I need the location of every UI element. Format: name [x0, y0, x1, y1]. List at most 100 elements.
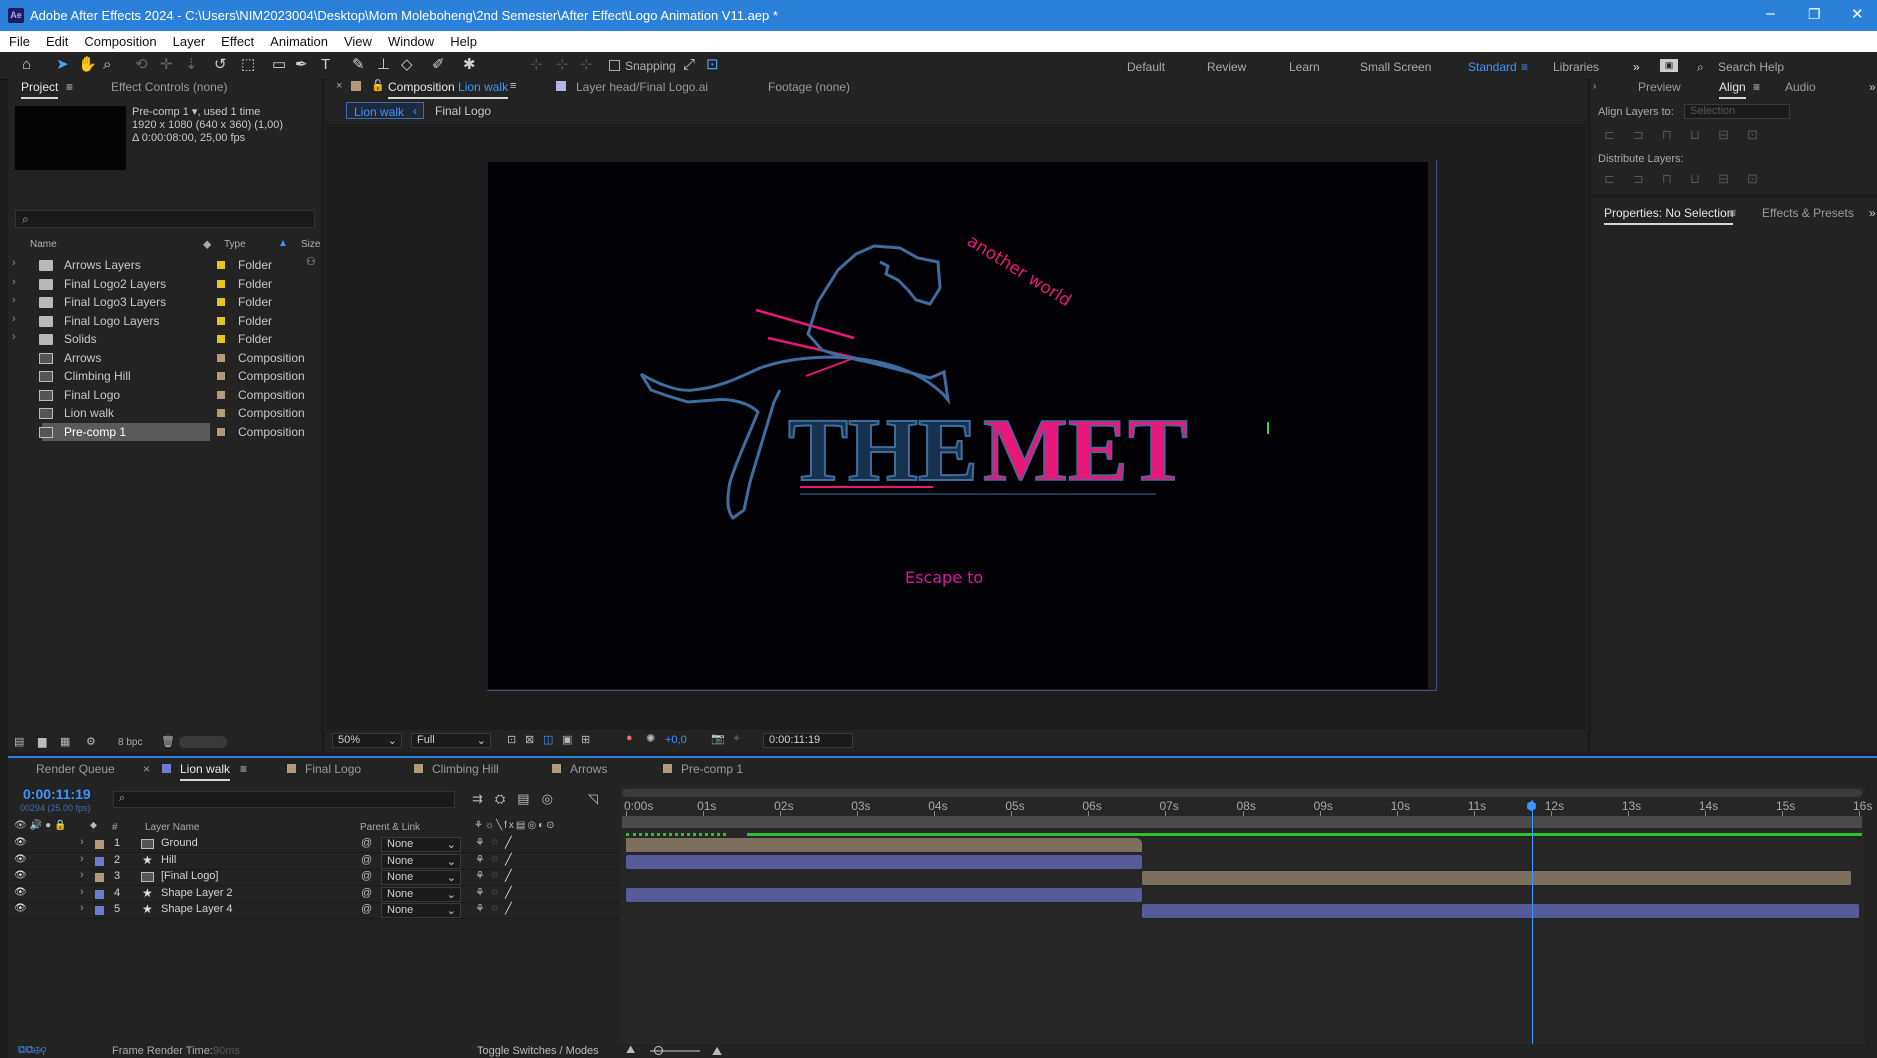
- more-workspaces-icon[interactable]: »: [1633, 60, 1640, 74]
- chevron-right-icon[interactable]: ›: [12, 276, 16, 288]
- workspace-default[interactable]: Default: [1127, 60, 1165, 74]
- timeline-tab[interactable]: Pre-comp 1: [681, 762, 743, 779]
- world-axis-icon[interactable]: ⊹: [556, 57, 569, 73]
- layer-label-swatch[interactable]: [95, 840, 104, 849]
- col-parent-header[interactable]: Parent & Link: [360, 822, 420, 833]
- menu-edit[interactable]: Edit: [37, 31, 75, 49]
- menu-file[interactable]: File: [0, 31, 37, 49]
- workspace-standard[interactable]: Standard: [1468, 60, 1517, 74]
- shy-switch-icon[interactable]: ⚘: [475, 886, 485, 899]
- timeline-tab[interactable]: Lion walk: [180, 762, 231, 781]
- timeline-tab[interactable]: Arrows: [570, 762, 607, 779]
- toggle-switches-modes[interactable]: Toggle Switches / Modes: [477, 1045, 599, 1057]
- col-layer-name-header[interactable]: Layer Name: [145, 822, 199, 833]
- pick-whip-icon[interactable]: @: [361, 903, 372, 915]
- properties-menu-icon[interactable]: ≡: [1729, 206, 1736, 220]
- current-time[interactable]: 0:00:11:19: [23, 786, 91, 802]
- eraser-tool-icon[interactable]: ◇: [401, 57, 413, 73]
- view-axis-icon[interactable]: ⊹: [580, 57, 593, 73]
- resolution-dropdown[interactable]: Full ⌄: [411, 733, 491, 748]
- eye-icon[interactable]: 👁: [14, 887, 27, 898]
- menu-view[interactable]: View: [335, 31, 379, 49]
- project-settings-icon[interactable]: ⚙: [86, 735, 96, 748]
- orbit-camera-icon[interactable]: ⟲: [135, 57, 148, 73]
- layer-duration-bar[interactable]: [626, 838, 1143, 852]
- parent-dropdown[interactable]: None ⌄: [381, 903, 461, 918]
- thumbnail-slider[interactable]: [179, 736, 227, 748]
- layer-label-swatch[interactable]: [95, 856, 104, 866]
- dolly-camera-icon[interactable]: ⇣: [185, 57, 198, 73]
- view-layout-icon[interactable]: ▣: [562, 733, 572, 746]
- chevron-right-icon[interactable]: ›: [12, 313, 16, 325]
- minimize-button[interactable]: –: [1766, 5, 1775, 23]
- project-item[interactable]: › Final Logo2 Layers Folder: [12, 275, 304, 293]
- zoom-out-icon[interactable]: ⛰: [626, 1044, 635, 1057]
- quality-switch-icon[interactable]: ╱: [505, 886, 512, 899]
- chevron-right-icon[interactable]: ›: [80, 836, 84, 848]
- pan-camera-icon[interactable]: ✛: [160, 57, 173, 73]
- tab-align[interactable]: Align: [1719, 80, 1746, 99]
- snap-grid-icon[interactable]: ⊡: [706, 57, 719, 73]
- rectangle-tool-icon[interactable]: ▭: [272, 57, 286, 73]
- new-folder-icon[interactable]: ▆: [38, 735, 46, 748]
- col-size-header[interactable]: Size: [301, 239, 320, 250]
- viewer-timecode[interactable]: 0:00:11:19: [763, 733, 853, 748]
- home-icon[interactable]: ⌂: [22, 57, 31, 73]
- trash-icon[interactable]: 🗑: [161, 735, 175, 748]
- eye-icon[interactable]: 👁: [14, 903, 27, 914]
- snapshot-icon[interactable]: 📷: [711, 732, 725, 745]
- layer-label-swatch[interactable]: [95, 873, 104, 882]
- close-tab-icon[interactable]: ×: [336, 80, 342, 92]
- chevron-right-icon[interactable]: ›: [80, 869, 84, 881]
- pick-whip-icon[interactable]: @: [361, 887, 372, 899]
- align-buttons[interactable]: ⊏⊐⊓⊔⊟⊡: [1604, 127, 1776, 143]
- menu-layer[interactable]: Layer: [164, 31, 213, 49]
- clone-stamp-icon[interactable]: ⊥: [377, 57, 390, 73]
- quality-switch-icon[interactable]: ╱: [505, 902, 512, 915]
- timeline-switch-icons[interactable]: ⇉⛭▤◎: [472, 791, 565, 807]
- collapse-switch-icon[interactable]: ☼: [490, 886, 499, 897]
- playhead[interactable]: [1532, 800, 1534, 1046]
- graph-editor-icon[interactable]: ◹: [588, 791, 598, 807]
- parent-dropdown[interactable]: None ⌄: [381, 837, 461, 852]
- project-item[interactable]: Pre-comp 1 Composition: [12, 422, 305, 441]
- menu-composition[interactable]: Composition: [75, 31, 163, 49]
- work-area-bar[interactable]: [622, 816, 1862, 828]
- snapping-checkbox[interactable]: [609, 60, 620, 71]
- breadcrumb-lion-walk[interactable]: Lion walk ‹: [346, 102, 424, 119]
- layer-row[interactable]: 👁 › 5 ★ Shape Layer 4 @ None ⌄ ⚘ ☼ ╱: [10, 902, 620, 919]
- label-color-swatch[interactable]: [217, 335, 225, 343]
- parent-dropdown[interactable]: None ⌄: [381, 870, 461, 885]
- tab-properties[interactable]: Properties: No Selection: [1604, 206, 1734, 225]
- status-icons[interactable]: ⧉⧉⊕⚲: [18, 1044, 46, 1057]
- quality-switch-icon[interactable]: ╱: [505, 836, 512, 849]
- workspace-libraries[interactable]: Libraries: [1553, 60, 1599, 74]
- menu-effect[interactable]: Effect: [212, 31, 261, 49]
- chevron-right-icon[interactable]: ›: [1593, 81, 1596, 92]
- layer-name[interactable]: [Final Logo]: [161, 870, 218, 882]
- menu-animation[interactable]: Animation: [261, 31, 335, 49]
- layer-label-swatch[interactable]: [95, 906, 104, 915]
- tab-project[interactable]: Project: [21, 80, 59, 99]
- project-item[interactable]: Lion walk Composition: [12, 404, 305, 422]
- timeline-search-input[interactable]: ⌕: [113, 791, 455, 808]
- puppet-pin-icon[interactable]: ✱: [463, 57, 476, 73]
- layer-name[interactable]: Shape Layer 2: [161, 887, 233, 899]
- label-color-swatch[interactable]: [217, 390, 225, 399]
- layer-row[interactable]: 👁 › 3 [Final Logo] @ None ⌄ ⚘ ☼ ╱: [10, 869, 620, 886]
- guides-icon[interactable]: ⊞: [581, 733, 590, 746]
- roto-brush-icon[interactable]: ✐: [432, 57, 445, 73]
- distribute-buttons[interactable]: ⊏⊐⊓⊔⊟⊡: [1604, 171, 1776, 187]
- comp-menu-icon[interactable]: ≡: [510, 80, 516, 92]
- timeline-tab[interactable]: Render Queue: [36, 762, 115, 779]
- timeline-menu-icon[interactable]: ≡: [240, 762, 247, 776]
- local-axis-icon[interactable]: ⊹: [530, 57, 543, 73]
- composition-canvas[interactable]: another world THE MET Escape to: [488, 162, 1428, 689]
- breadcrumb-final-logo[interactable]: Final Logo: [435, 104, 491, 118]
- selection-tool-icon[interactable]: ➤: [56, 57, 69, 73]
- transparency-grid-icon[interactable]: ⊠: [525, 733, 534, 746]
- label-color-swatch[interactable]: [217, 372, 225, 380]
- zoom-tool-icon[interactable]: ⌕: [103, 57, 111, 73]
- more-panels-icon[interactable]: »: [1869, 80, 1876, 94]
- tab-effect-controls[interactable]: Effect Controls (none): [111, 80, 228, 94]
